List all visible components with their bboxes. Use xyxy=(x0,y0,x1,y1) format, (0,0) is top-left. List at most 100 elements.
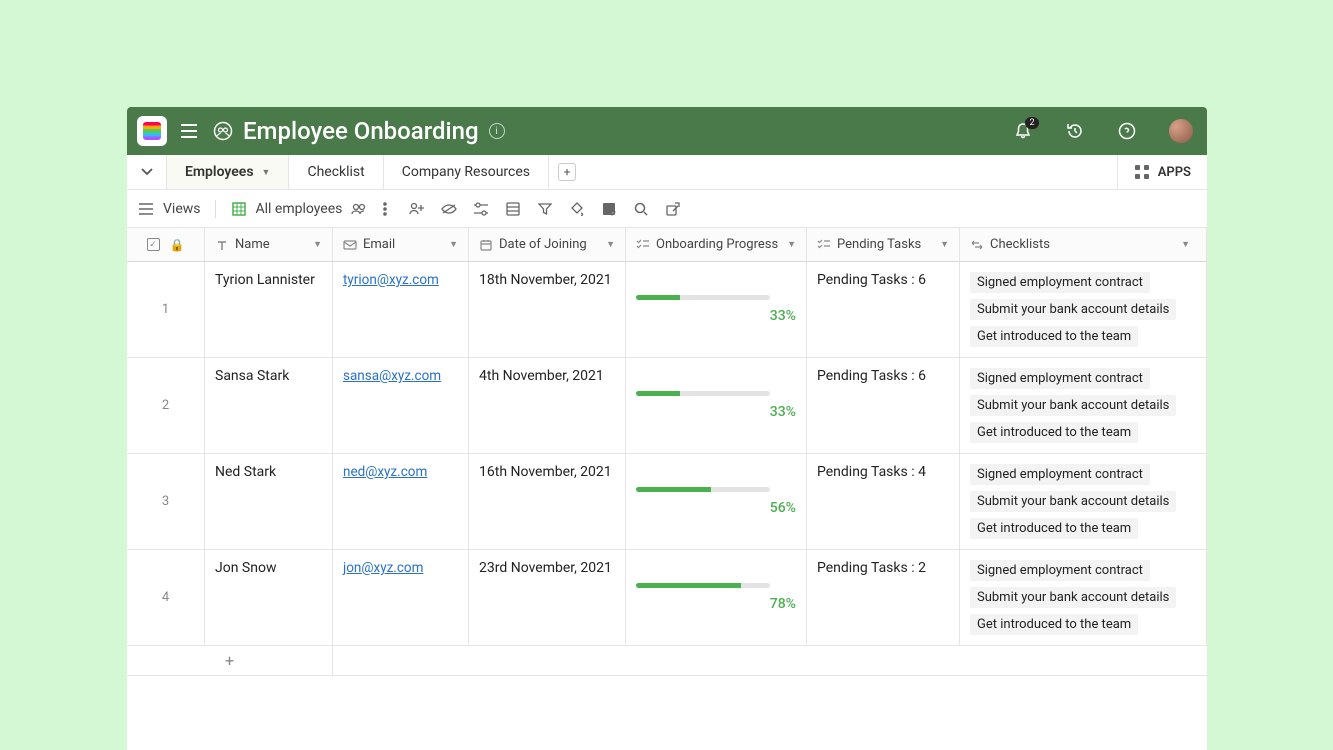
cell-name[interactable]: Ned Stark xyxy=(205,454,333,549)
select-all-checkbox[interactable]: ✓ xyxy=(147,238,160,251)
checklist-chip[interactable]: Get introduced to the team xyxy=(970,614,1138,635)
header-name[interactable]: Name ▼ xyxy=(205,228,333,261)
info-icon[interactable]: i xyxy=(489,123,505,139)
chevron-down-icon: ▼ xyxy=(787,239,796,250)
hide-icon[interactable] xyxy=(440,200,458,218)
header-checklists[interactable]: Checklists ▼ xyxy=(960,228,1207,261)
add-row: + xyxy=(127,646,1207,676)
cell-tasks[interactable]: Pending Tasks : 6 xyxy=(807,262,960,357)
lock-icon: 🔒 xyxy=(170,238,185,252)
add-row-button[interactable]: + xyxy=(127,646,333,675)
checklist-chip[interactable]: Get introduced to the team xyxy=(970,518,1138,539)
search-icon[interactable] xyxy=(632,200,650,218)
export-icon[interactable] xyxy=(664,200,682,218)
history-icon[interactable] xyxy=(1065,121,1085,141)
views-button[interactable]: Views xyxy=(137,200,201,218)
cell-name[interactable]: Jon Snow xyxy=(205,550,333,645)
cell-tasks[interactable]: Pending Tasks : 2 xyxy=(807,550,960,645)
help-icon[interactable] xyxy=(1117,121,1137,141)
chevron-down-icon: ▼ xyxy=(940,239,949,250)
user-avatar[interactable] xyxy=(1169,119,1193,143)
tab-employees[interactable]: Employees ▼ xyxy=(167,155,289,189)
notifications-icon[interactable]: 2 xyxy=(1013,121,1033,141)
table-row[interactable]: 1 Tyrion Lannister tyrion@xyz.com 18th N… xyxy=(127,262,1207,358)
cell-date[interactable]: 18th November, 2021 xyxy=(469,262,626,357)
email-link[interactable]: tyrion@xyz.com xyxy=(343,272,439,288)
header-email[interactable]: Email ▼ xyxy=(333,228,469,261)
checklist-chip[interactable]: Submit your bank account details xyxy=(970,587,1176,608)
settings-icon[interactable] xyxy=(472,200,490,218)
list-icon[interactable] xyxy=(504,200,522,218)
table-row[interactable]: 4 Jon Snow jon@xyz.com 23rd November, 20… xyxy=(127,550,1207,646)
collab-icon[interactable] xyxy=(213,121,233,141)
current-view[interactable]: All employees xyxy=(230,200,395,218)
row-number[interactable]: 4 xyxy=(127,550,205,645)
share-users-icon[interactable] xyxy=(408,200,426,218)
email-link[interactable]: jon@xyz.com xyxy=(343,560,423,576)
cell-email[interactable]: ned@xyz.com xyxy=(333,454,469,549)
chevron-down-icon: ▼ xyxy=(606,239,615,250)
checklist-chip[interactable]: Signed employment contract xyxy=(970,272,1150,293)
header-date[interactable]: Date of Joining ▼ xyxy=(469,228,626,261)
col-label: Name xyxy=(235,237,270,252)
cell-name[interactable]: Tyrion Lannister xyxy=(205,262,333,357)
grid-icon xyxy=(230,200,248,218)
progress-bar xyxy=(636,487,770,492)
filter-icon[interactable] xyxy=(536,200,554,218)
cell-email[interactable]: jon@xyz.com xyxy=(333,550,469,645)
email-link[interactable]: sansa@xyz.com xyxy=(343,368,441,384)
cell-tasks[interactable]: Pending Tasks : 6 xyxy=(807,358,960,453)
cell-checklists[interactable]: Signed employment contract Submit your ba… xyxy=(960,358,1207,453)
checklist-chip[interactable]: Get introduced to the team xyxy=(970,422,1138,443)
checklist-chip[interactable]: Submit your bank account details xyxy=(970,299,1176,320)
table-row[interactable]: 2 Sansa Stark sansa@xyz.com 4th November… xyxy=(127,358,1207,454)
tab-company-resources[interactable]: Company Resources xyxy=(384,155,549,189)
cell-name[interactable]: Sansa Stark xyxy=(205,358,333,453)
cell-date[interactable]: 4th November, 2021 xyxy=(469,358,626,453)
cell-progress[interactable]: 78% xyxy=(626,550,807,645)
cell-date[interactable]: 23rd November, 2021 xyxy=(469,550,626,645)
checklist-chip[interactable]: Submit your bank account details xyxy=(970,491,1176,512)
header-select[interactable]: ✓ 🔒 xyxy=(127,228,205,261)
header-tasks[interactable]: Pending Tasks ▼ xyxy=(807,228,960,261)
email-link[interactable]: ned@xyz.com xyxy=(343,464,427,480)
checklist-chip[interactable]: Signed employment contract xyxy=(970,368,1150,389)
calendar-icon xyxy=(479,238,493,252)
tab-checklist[interactable]: Checklist xyxy=(289,155,383,189)
cell-email[interactable]: sansa@xyz.com xyxy=(333,358,469,453)
people-icon xyxy=(350,200,368,218)
header-progress[interactable]: Onboarding Progress ▼ xyxy=(626,228,807,261)
cell-tasks[interactable]: Pending Tasks : 4 xyxy=(807,454,960,549)
row-number[interactable]: 3 xyxy=(127,454,205,549)
more-icon[interactable] xyxy=(376,200,394,218)
app-logo[interactable] xyxy=(137,116,167,146)
row-number[interactable]: 1 xyxy=(127,262,205,357)
app-header: Employee Onboarding i 2 xyxy=(127,107,1207,155)
note-icon[interactable] xyxy=(600,200,618,218)
cell-checklists[interactable]: Signed employment contract Submit your ba… xyxy=(960,454,1207,549)
cell-progress[interactable]: 33% xyxy=(626,262,807,357)
row-number[interactable]: 2 xyxy=(127,358,205,453)
color-icon[interactable] xyxy=(568,200,586,218)
cell-date[interactable]: 16th November, 2021 xyxy=(469,454,626,549)
checklist-chip[interactable]: Submit your bank account details xyxy=(970,395,1176,416)
progress-bar xyxy=(636,295,770,300)
add-tab-button[interactable]: + xyxy=(555,155,579,189)
cell-checklists[interactable]: Signed employment contract Submit your ba… xyxy=(960,550,1207,645)
progress-bar xyxy=(636,391,770,396)
checklist-chip[interactable]: Signed employment contract xyxy=(970,464,1150,485)
col-label: Email xyxy=(363,237,395,252)
cell-email[interactable]: tyrion@xyz.com xyxy=(333,262,469,357)
cell-progress[interactable]: 33% xyxy=(626,358,807,453)
menu-icon[interactable] xyxy=(179,121,199,141)
checklist-chip[interactable]: Get introduced to the team xyxy=(970,326,1138,347)
app-window: Employee Onboarding i 2 Employees ▼ xyxy=(127,107,1207,750)
cell-checklists[interactable]: Signed employment contract Submit your ba… xyxy=(960,262,1207,357)
cell-progress[interactable]: 56% xyxy=(626,454,807,549)
table-row[interactable]: 3 Ned Stark ned@xyz.com 16th November, 2… xyxy=(127,454,1207,550)
checklist-chip[interactable]: Signed employment contract xyxy=(970,560,1150,581)
apps-button[interactable]: APPS xyxy=(1117,155,1207,189)
tabs-dropdown[interactable] xyxy=(127,155,167,189)
column-headers: ✓ 🔒 Name ▼ Email ▼ Date of Joining ▼ Onb… xyxy=(127,228,1207,262)
progress-percent: 56% xyxy=(770,500,796,516)
